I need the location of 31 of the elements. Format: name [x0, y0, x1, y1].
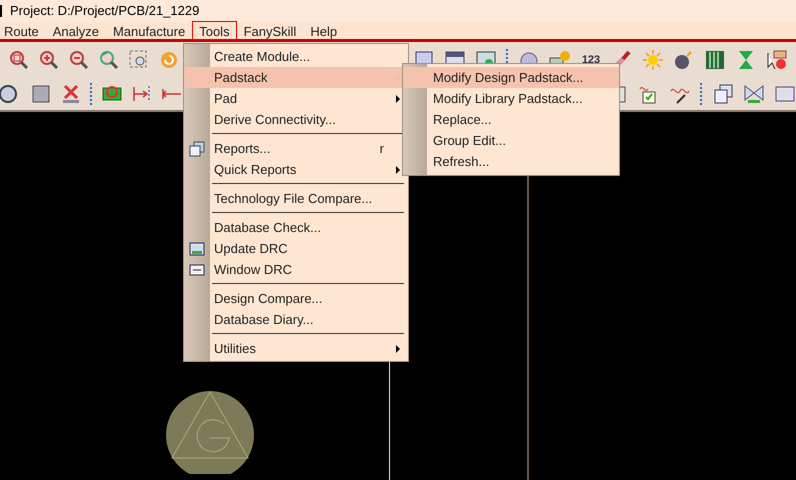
- menu-item[interactable]: Modify Design Padstack...: [403, 67, 619, 88]
- menu-bar-item[interactable]: Manufacture: [106, 21, 192, 40]
- cursor-icon[interactable]: [766, 49, 788, 71]
- menu-item[interactable]: Database Check...: [184, 217, 408, 238]
- documents-icon[interactable]: [712, 83, 734, 105]
- menu-bar-item[interactable]: Route: [0, 21, 46, 40]
- bowtie-icon[interactable]: [743, 83, 765, 105]
- zoom-fit-icon[interactable]: [8, 49, 30, 71]
- menu-item[interactable]: Technology File Compare...: [184, 188, 408, 209]
- menu-bar-item[interactable]: FanySkill: [236, 21, 304, 40]
- drc-icon: [189, 240, 205, 256]
- bars-icon[interactable]: [704, 49, 726, 71]
- delete-icon[interactable]: [60, 83, 82, 105]
- window-title: Project: D:/Project/PCB/21_1229: [10, 2, 200, 20]
- window-icon: [189, 262, 205, 278]
- menu-item[interactable]: Create Module...: [184, 46, 408, 67]
- zoom-previous-icon[interactable]: [98, 49, 120, 71]
- zoom-in-icon[interactable]: [38, 49, 60, 71]
- menu-bar-item[interactable]: Help: [303, 21, 344, 40]
- square-icon[interactable]: [30, 83, 52, 105]
- menu-item[interactable]: Utilities: [184, 338, 408, 359]
- menu-item[interactable]: Database Diary...: [184, 309, 408, 330]
- report-icon: [189, 140, 205, 156]
- menu-item[interactable]: Update DRC: [184, 238, 408, 259]
- zoom-out-icon[interactable]: [68, 49, 90, 71]
- menu-bar-item[interactable]: Tools: [192, 21, 237, 40]
- menu-bar-item[interactable]: Analyze: [46, 21, 106, 40]
- menu-item[interactable]: Design Compare...: [184, 288, 408, 309]
- menu-item[interactable]: Window DRC: [184, 259, 408, 280]
- menu-item[interactable]: Modify Library Padstack...: [403, 88, 619, 109]
- menu-item[interactable]: Replace...: [403, 109, 619, 130]
